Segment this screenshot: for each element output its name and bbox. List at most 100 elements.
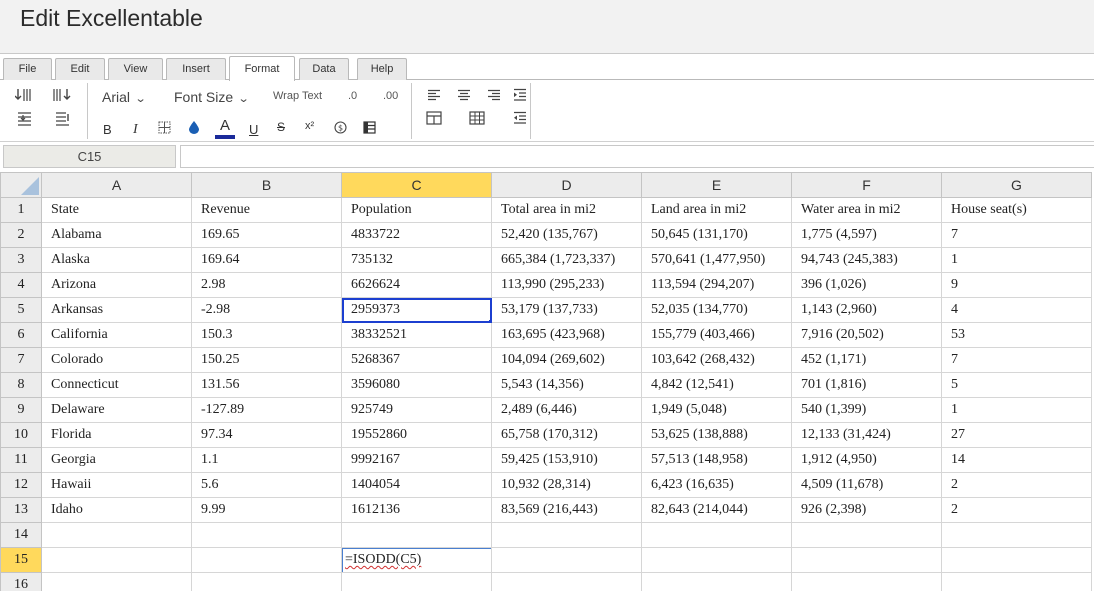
align-right-icon[interactable] <box>487 89 501 101</box>
cell-editor-input[interactable]: =ISODD(C5) <box>342 548 491 572</box>
cell-d11[interactable]: 59,425 (153,910) <box>491 447 642 473</box>
cell-c14[interactable] <box>341 522 492 548</box>
row-header-9[interactable]: 9 <box>0 397 42 423</box>
selection-handle[interactable] <box>342 320 344 322</box>
cell-a6[interactable]: California <box>41 322 192 348</box>
cell-b5[interactable]: -2.98 <box>191 297 342 323</box>
cell-b8[interactable]: 131.56 <box>191 372 342 398</box>
row-header-14[interactable]: 14 <box>0 522 42 548</box>
tab-help[interactable]: Help <box>357 58 407 80</box>
row-header-5[interactable]: 5 <box>0 297 42 323</box>
cell-e12[interactable]: 6,423 (16,635) <box>641 472 792 498</box>
cell-f14[interactable] <box>791 522 942 548</box>
grid-icon[interactable] <box>469 111 485 125</box>
cell-g10[interactable]: 27 <box>941 422 1092 448</box>
cell-g12[interactable]: 2 <box>941 472 1092 498</box>
cell-b6[interactable]: 150.3 <box>191 322 342 348</box>
cell-a9[interactable]: Delaware <box>41 397 192 423</box>
cell-b9[interactable]: -127.89 <box>191 397 342 423</box>
cell-a11[interactable]: Georgia <box>41 447 192 473</box>
row-header-8[interactable]: 8 <box>0 372 42 398</box>
strikethrough-button[interactable]: S <box>277 121 285 133</box>
cell-a16[interactable] <box>41 572 192 591</box>
cell-a15[interactable] <box>41 547 192 573</box>
cell-d16[interactable] <box>491 572 642 591</box>
cell-d7[interactable]: 104,094 (269,602) <box>491 347 642 373</box>
cell-c8[interactable]: 3596080 <box>341 372 492 398</box>
row-header-13[interactable]: 13 <box>0 497 42 523</box>
cell-f10[interactable]: 12,133 (31,424) <box>791 422 942 448</box>
cell-b4[interactable]: 2.98 <box>191 272 342 298</box>
row-header-16[interactable]: 16 <box>0 572 42 591</box>
cell-a7[interactable]: Colorado <box>41 347 192 373</box>
cell-g16[interactable] <box>941 572 1092 591</box>
cell-e8[interactable]: 4,842 (12,541) <box>641 372 792 398</box>
cell-g2[interactable]: 7 <box>941 222 1092 248</box>
cell-a13[interactable]: Idaho <box>41 497 192 523</box>
cell-e10[interactable]: 53,625 (138,888) <box>641 422 792 448</box>
cell-d1[interactable]: Total area in mi2 <box>491 197 642 223</box>
tab-insert[interactable]: Insert <box>166 58 226 80</box>
row-header-4[interactable]: 4 <box>0 272 42 298</box>
delete-row-icon[interactable] <box>15 111 33 127</box>
cell-c4[interactable]: 6626624 <box>341 272 492 298</box>
tab-data[interactable]: Data <box>299 58 349 80</box>
tab-file[interactable]: File <box>3 58 52 80</box>
insert-column-icon[interactable] <box>53 88 71 102</box>
cell-g5[interactable]: 4 <box>941 297 1092 323</box>
cell-f8[interactable]: 701 (1,816) <box>791 372 942 398</box>
row-header-10[interactable]: 10 <box>0 422 42 448</box>
cell-a14[interactable] <box>41 522 192 548</box>
row-header-11[interactable]: 11 <box>0 447 42 473</box>
cell-d4[interactable]: 113,990 (295,233) <box>491 272 642 298</box>
table-format-icon[interactable] <box>363 121 376 134</box>
cell-f7[interactable]: 452 (1,171) <box>791 347 942 373</box>
cell-d13[interactable]: 83,569 (216,443) <box>491 497 642 523</box>
cell-d10[interactable]: 65,758 (170,312) <box>491 422 642 448</box>
cell-g15[interactable] <box>941 547 1092 573</box>
row-header-7[interactable]: 7 <box>0 347 42 373</box>
formula-input[interactable] <box>180 145 1094 168</box>
cell-a4[interactable]: Arizona <box>41 272 192 298</box>
cell-f15[interactable] <box>791 547 942 573</box>
cell-d2[interactable]: 52,420 (135,767) <box>491 222 642 248</box>
cell-e6[interactable]: 155,779 (403,466) <box>641 322 792 348</box>
cell-f6[interactable]: 7,916 (20,502) <box>791 322 942 348</box>
cell-g8[interactable]: 5 <box>941 372 1092 398</box>
cell-e2[interactable]: 50,645 (131,170) <box>641 222 792 248</box>
cell-g6[interactable]: 53 <box>941 322 1092 348</box>
cell-d5[interactable]: 53,179 (137,733) <box>491 297 642 323</box>
cell-g1[interactable]: House seat(s) <box>941 197 1092 223</box>
superscript-button[interactable]: x² <box>305 121 314 132</box>
selection-handle[interactable] <box>342 298 344 300</box>
cell-a5[interactable]: Arkansas <box>41 297 192 323</box>
cell-c16[interactable] <box>341 572 492 591</box>
cell-f9[interactable]: 540 (1,399) <box>791 397 942 423</box>
cell-f1[interactable]: Water area in mi2 <box>791 197 942 223</box>
cell-c12[interactable]: 1404054 <box>341 472 492 498</box>
cell-c6[interactable]: 38332521 <box>341 322 492 348</box>
cell-f16[interactable] <box>791 572 942 591</box>
cell-b16[interactable] <box>191 572 342 591</box>
cell-a8[interactable]: Connecticut <box>41 372 192 398</box>
font-size-dropdown[interactable]: Font Size ⌄ <box>174 89 250 105</box>
column-header-e[interactable]: E <box>641 172 792 198</box>
tab-view[interactable]: View <box>108 58 163 80</box>
cell-a10[interactable]: Florida <box>41 422 192 448</box>
border-icon[interactable] <box>158 121 171 134</box>
wrap-text-button[interactable]: Wrap Text <box>273 91 322 102</box>
selection-handle[interactable] <box>489 298 491 300</box>
cell-e15[interactable] <box>641 547 792 573</box>
row-header-6[interactable]: 6 <box>0 322 42 348</box>
column-header-g[interactable]: G <box>941 172 1092 198</box>
row-header-12[interactable]: 12 <box>0 472 42 498</box>
fill-color-icon[interactable] <box>188 120 200 134</box>
insert-row-icon[interactable] <box>15 88 33 102</box>
row-header-15[interactable]: 15 <box>0 547 42 573</box>
cell-e14[interactable] <box>641 522 792 548</box>
cell-c13[interactable]: 1612136 <box>341 497 492 523</box>
cell-f3[interactable]: 94,743 (245,383) <box>791 247 942 273</box>
tab-format[interactable]: Format <box>229 56 295 81</box>
cell-g14[interactable] <box>941 522 1092 548</box>
cell-d15[interactable] <box>491 547 642 573</box>
